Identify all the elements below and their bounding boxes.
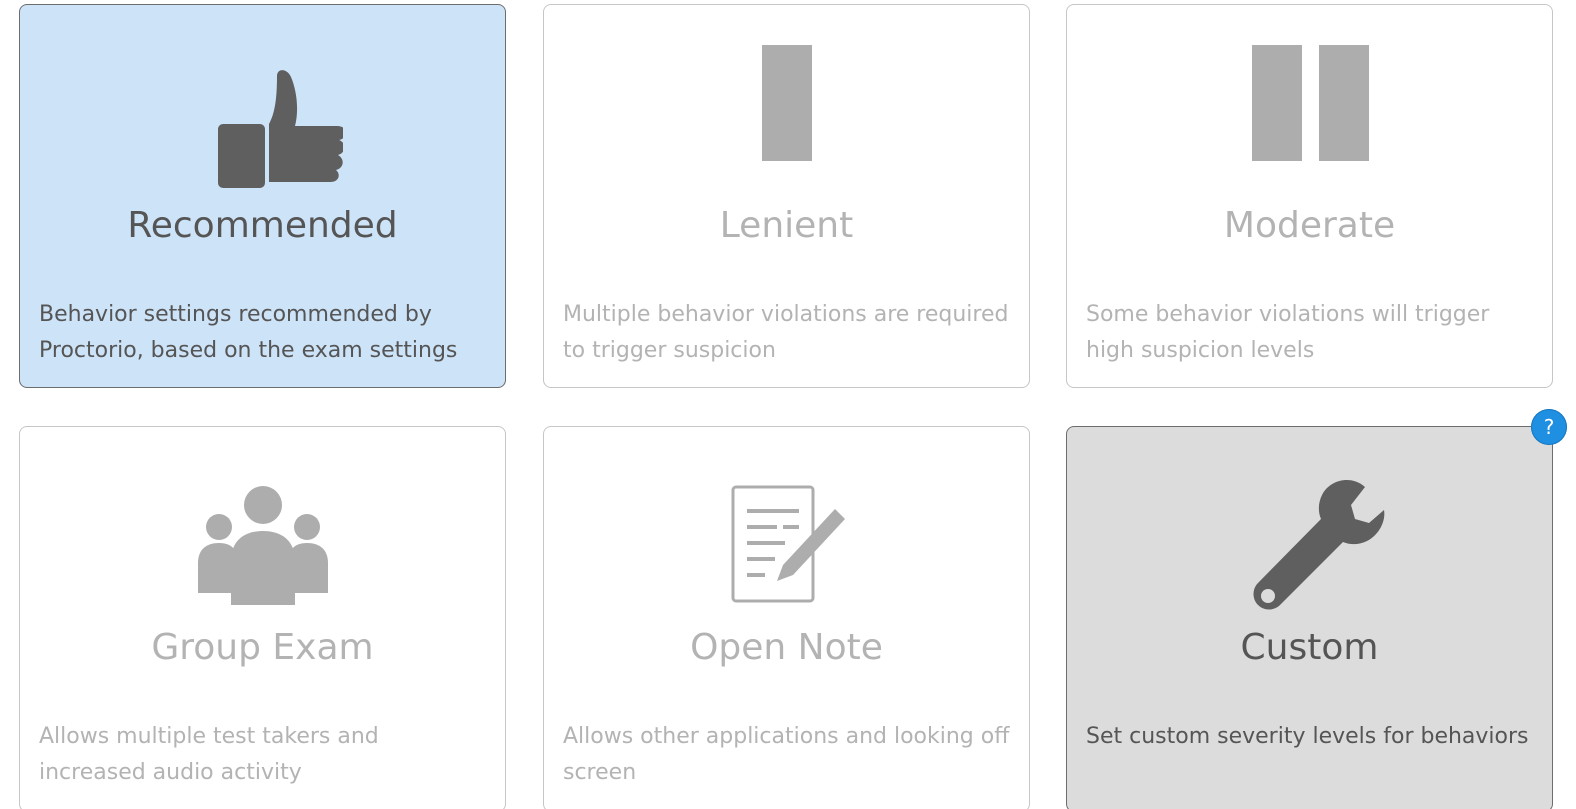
wrench-icon <box>1230 465 1390 615</box>
card-description: Allows multiple test takers and increase… <box>39 724 379 785</box>
group-people-icon <box>183 465 343 615</box>
card-description: Some behavior violations will trigger hi… <box>1086 302 1490 363</box>
card-lenient[interactable]: Lenient Multiple behavior violations are… <box>543 4 1030 388</box>
card-title: Recommended <box>127 205 398 246</box>
card-moderate[interactable]: Moderate Some behavior violations will t… <box>1066 4 1553 388</box>
card-title: Moderate <box>1223 205 1396 246</box>
card-description: Behavior settings recommended by Proctor… <box>39 302 458 363</box>
card-recommended[interactable]: Recommended Behavior settings recommende… <box>19 4 506 388</box>
thumbs-up-icon <box>183 43 343 193</box>
card-open-note[interactable]: Open Note Allows other applications and … <box>543 426 1030 809</box>
card-title: Lenient <box>719 205 854 246</box>
card-title: Open Note <box>690 627 883 668</box>
card-title: Custom <box>1240 627 1379 668</box>
double-bar-icon <box>1230 43 1390 193</box>
card-description: Set custom severity levels for behaviors <box>1086 724 1529 749</box>
help-icon[interactable]: ? <box>1531 409 1567 445</box>
card-custom[interactable]: Custom Set custom severity levels for be… <box>1066 426 1553 809</box>
note-pencil-icon <box>707 465 867 615</box>
card-description: Allows other applications and looking of… <box>563 724 1010 785</box>
single-bar-icon <box>707 43 867 193</box>
card-description: Multiple behavior violations are require… <box>563 302 1009 363</box>
behavior-settings-grid: Recommended Behavior settings recommende… <box>0 0 1576 809</box>
card-title: Group Exam <box>151 627 374 668</box>
card-group-exam[interactable]: Group Exam Allows multiple test takers a… <box>19 426 506 809</box>
